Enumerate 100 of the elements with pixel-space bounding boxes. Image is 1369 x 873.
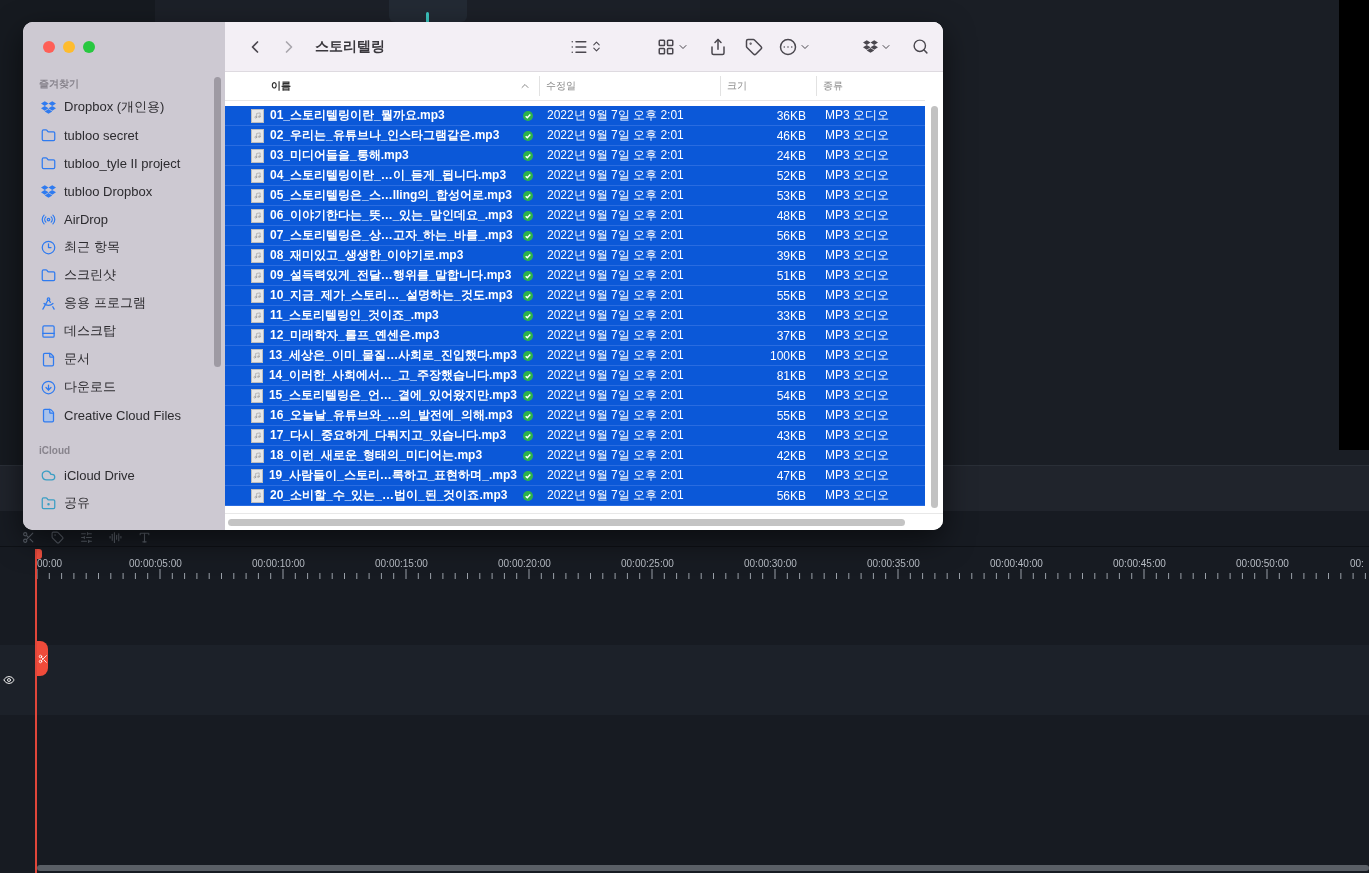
file-row[interactable]: 08_재미있고_생생한_이야기로.mp3 2022년 9월 7일 오후 2:01 39KB MP3 오디오	[225, 246, 925, 266]
sidebar-item[interactable]: tubloo secret	[23, 121, 217, 149]
file-row[interactable]: 18_이런_새로운_형태의_미디어는.mp3 2022년 9월 7일 오후 2:01 42KB MP3 오디오	[225, 446, 925, 466]
file-row[interactable]: 17_다시_중요하게_다뤄지고_있습니다.mp3 2022년 9월 7일 오후 2:01 43KB MP3 오디오	[225, 426, 925, 446]
modified-date: 2022년 9월 7일 오후 2:01	[546, 327, 685, 344]
sidebar-item[interactable]: 응용 프로그램	[23, 289, 217, 317]
file-type: MP3 오디오	[824, 147, 890, 164]
dropbox-icon	[41, 99, 56, 115]
file-row[interactable]: 03_미디어들을_통해.mp3 2022년 9월 7일 오후 2:01 24KB MP3 오디오	[225, 146, 925, 166]
synced-check-icon	[523, 170, 533, 181]
synced-check-icon	[523, 370, 533, 381]
column-header[interactable]: 수정일	[539, 76, 720, 96]
file-row[interactable]: 09_설득력있게_전달…행위를_말합니다.mp3 2022년 9월 7일 오후 2:01 51KB MP3 오디오	[225, 266, 925, 286]
sidebar-item-label: tubloo_tyle II project	[64, 155, 181, 171]
file-row[interactable]: 10_지금_제가_스토리…_설명하는_것도.mp3 2022년 9월 7일 오후 2:01 55KB MP3 오디오	[225, 286, 925, 306]
zoom-button[interactable]	[83, 41, 95, 53]
column-header[interactable]: 크기	[720, 76, 816, 96]
file-row[interactable]: 13_세상은_이미_물질…사회로_진입했다.mp3 2022년 9월 7일 오후 2:01 100KB MP3 오디오	[225, 346, 925, 366]
sidebar-item[interactable]: 다운로드	[23, 373, 217, 401]
sidebar-item[interactable]: 데스크탑	[23, 317, 217, 345]
audio-wave-icon[interactable]	[109, 531, 122, 544]
sidebar-item[interactable]: 스크린샷	[23, 261, 217, 289]
modified-date: 2022년 9월 7일 오후 2:01	[546, 107, 685, 124]
modified-date: 2022년 9월 7일 오후 2:01	[546, 167, 685, 184]
sidebar-item-label: tubloo Dropbox	[64, 183, 153, 199]
sidebar-item[interactable]: iCloud Drive	[23, 461, 217, 489]
synced-check-icon	[523, 390, 533, 401]
sliders-icon[interactable]	[80, 531, 93, 544]
file-row[interactable]: 06_이야기한다는_뜻…_있는_말인데요_.mp3 2022년 9월 7일 오후 2:01 48KB MP3 오디오	[225, 206, 925, 226]
sidebar-item-label: Dropbox (개인용)	[64, 98, 165, 116]
file-size: 48KB	[775, 208, 807, 223]
file-row[interactable]: 05_스토리텔링은_스…lling의_합성어로.mp3 2022년 9월 7일 오후 2:01 53KB MP3 오디오	[225, 186, 925, 206]
column-header[interactable]: 이름	[225, 76, 539, 96]
folder-icon	[41, 155, 56, 171]
sidebar-item[interactable]: 공유	[23, 489, 217, 517]
sidebar-item-label: 데스크탑	[64, 322, 116, 340]
synced-check-icon	[523, 470, 533, 481]
file-row[interactable]: 19_사람들이_스토리…록하고_표현하며_.mp3 2022년 9월 7일 오후 2:01 47KB MP3 오디오	[225, 466, 925, 486]
audio-file-icon	[251, 448, 264, 463]
playhead-handle[interactable]	[37, 549, 42, 559]
file-type: MP3 오디오	[824, 227, 890, 244]
file-row[interactable]: 04_스토리텔링이란_…이_듣게_됩니다.mp3 2022년 9월 7일 오후 2:01 52KB MP3 오디오	[225, 166, 925, 186]
sidebar-item[interactable]: tubloo Dropbox	[23, 177, 217, 205]
file-size: 55KB	[775, 288, 807, 303]
file-row[interactable]: 07_스토리텔링은_상…고자_하는_바를_.mp3 2022년 9월 7일 오후 2:01 56KB MP3 오디오	[225, 226, 925, 246]
sidebar-item[interactable]: Dropbox (개인용)	[23, 93, 217, 121]
file-row[interactable]: 15_스토리텔링은_언…_곁에_있어왔지만.mp3 2022년 9월 7일 오후 2:01 54KB MP3 오디오	[225, 386, 925, 406]
sidebar-scrollbar[interactable]	[214, 77, 221, 367]
modified-date: 2022년 9월 7일 오후 2:01	[546, 347, 685, 364]
file-row[interactable]: 02_우리는_유튜브나_인스타그램같은.mp3 2022년 9월 7일 오후 2:01 46KB MP3 오디오	[225, 126, 925, 146]
minimize-button[interactable]	[63, 41, 75, 53]
sidebar-item-label: tubloo secret	[64, 127, 139, 143]
more-button[interactable]	[779, 37, 811, 56]
modified-date: 2022년 9월 7일 오후 2:01	[546, 367, 685, 384]
file-type: MP3 오디오	[824, 247, 890, 264]
modified-date: 2022년 9월 7일 오후 2:01	[546, 287, 685, 304]
sidebar-item[interactable]: 최근 항목	[23, 233, 217, 261]
sidebar-item[interactable]: AirDrop	[23, 205, 217, 233]
synced-check-icon	[523, 410, 533, 421]
share-icon	[709, 37, 727, 56]
file-row[interactable]: 11_스토리텔링인_것이죠_.mp3 2022년 9월 7일 오후 2:01 33KB MP3 오디오	[225, 306, 925, 326]
scissors-icon[interactable]	[22, 531, 35, 544]
sidebar-item-label: 문서	[64, 350, 90, 368]
file-type: MP3 오디오	[824, 207, 890, 224]
ruler-time-label: 00:00:50:00	[1236, 558, 1289, 569]
dropbox-button[interactable]	[863, 39, 892, 54]
horizontal-scrollbar[interactable]	[228, 518, 905, 526]
eye-icon[interactable]	[3, 674, 15, 686]
sidebar-item[interactable]: tubloo_tyle II project	[23, 149, 217, 177]
timeline-scrollbar[interactable]	[37, 865, 1369, 871]
sidebar-item-label: 응용 프로그램	[64, 294, 146, 312]
close-button[interactable]	[43, 41, 55, 53]
file-name: 02_우리는_유튜브나_인스타그램같은.mp3	[270, 127, 501, 144]
modified-date: 2022년 9월 7일 오후 2:01	[546, 447, 685, 464]
file-size: 33KB	[775, 308, 807, 323]
list-scrollbar[interactable]	[930, 106, 938, 508]
file-name: 06_이야기한다는_뜻…_있는_말인데요_.mp3	[270, 207, 514, 224]
sidebar-item[interactable]: 문서	[23, 345, 217, 373]
search-button[interactable]	[912, 38, 929, 55]
audio-file-icon	[251, 288, 264, 303]
group-button[interactable]	[657, 37, 689, 56]
modified-date: 2022년 9월 7일 오후 2:01	[546, 207, 685, 224]
tag-icon[interactable]	[51, 531, 64, 544]
file-name: 03_미디어들을_통해.mp3	[270, 147, 410, 164]
text-icon[interactable]	[138, 531, 151, 544]
file-row[interactable]: 20_소비할_수_있는_…법이_된_것이죠.mp3 2022년 9월 7일 오후 2:01 56KB MP3 오디오	[225, 486, 925, 506]
audio-file-icon	[251, 168, 264, 183]
column-header[interactable]: 종류	[816, 76, 925, 96]
window-title: 스토리텔링	[315, 37, 385, 56]
cut-handle[interactable]	[37, 641, 48, 676]
file-row[interactable]: 12_미래학자_롤프_옌센은.mp3 2022년 9월 7일 오후 2:01 37KB MP3 오디오	[225, 326, 925, 346]
file-row[interactable]: 16_오늘날_유튜브와_…의_발전에_의해.mp3 2022년 9월 7일 오후 2:01 55KB MP3 오디오	[225, 406, 925, 426]
modified-date: 2022년 9월 7일 오후 2:01	[546, 247, 685, 264]
share-button[interactable]	[709, 37, 727, 56]
ruler-time-label: 00:00:20:00	[498, 558, 551, 569]
tag-button[interactable]	[745, 37, 763, 56]
file-row[interactable]: 14_이러한_사회에서…_고_주장했습니다.mp3 2022년 9월 7일 오후 2:01 81KB MP3 오디오	[225, 366, 925, 386]
file-size: 100KB	[768, 348, 807, 363]
sidebar-item[interactable]: Creative Cloud Files	[23, 401, 217, 429]
file-row[interactable]: 01_스토리텔링이란_뭘까요.mp3 2022년 9월 7일 오후 2:01 36KB MP3 오디오	[225, 106, 925, 126]
